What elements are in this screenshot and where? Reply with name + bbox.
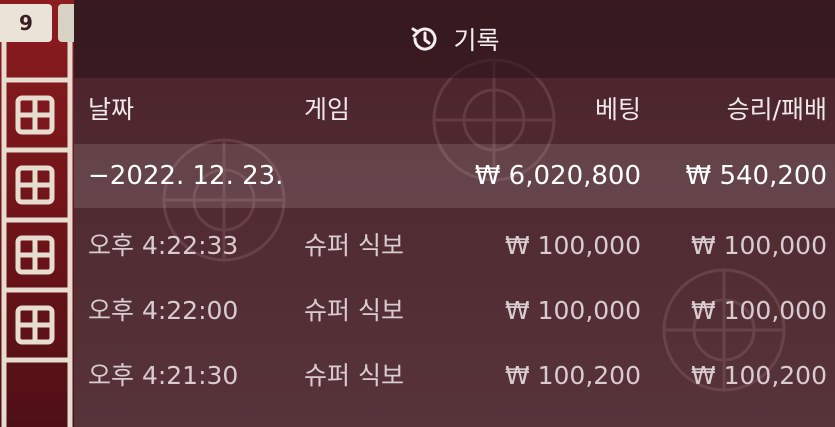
column-header-bet: 베팅 [594, 95, 641, 124]
history-row[interactable]: 오후 4:22:00 슈퍼 식보 ₩ 100,000 ₩ 100,000 [74, 279, 835, 343]
day-group-total-result: ₩ 540,200 [685, 161, 828, 191]
history-row-game: 슈퍼 식보 [304, 296, 404, 325]
history-clock-icon [409, 23, 441, 55]
history-row-time: 오후 4:22:33 [88, 231, 239, 260]
history-row[interactable]: 오후 4:22:33 슈퍼 식보 ₩ 100,000 ₩ 100,000 [74, 214, 835, 278]
history-row-game: 슈퍼 식보 [304, 231, 404, 260]
history-row-game: 슈퍼 식보 [304, 361, 404, 390]
history-row-result: ₩ 100,200 [690, 361, 827, 390]
history-row-time: 오후 4:22:00 [88, 296, 239, 325]
history-row-result: ₩ 100,000 [690, 296, 827, 325]
history-panel: 기록 날짜 게임 베팅 승리/패배 −2022. 12. 23. ₩ 6,020… [74, 0, 835, 427]
board-lattice-decoration [1, 40, 73, 427]
history-row-bet: ₩ 100,000 [504, 296, 641, 325]
history-row-bet: ₩ 100,000 [504, 231, 641, 260]
screen: 9 기록 날짜 게임 베팅 승리/패배 −2022. 12. 23. ₩ 6,0… [0, 0, 835, 427]
column-header-game: 게임 [304, 95, 351, 124]
history-title-bar: 기록 [74, 0, 835, 78]
day-group-total-bet: ₩ 6,020,800 [474, 161, 641, 191]
game-board-edge: 9 [0, 0, 82, 427]
column-header-date: 날짜 [88, 95, 135, 124]
column-header-result: 승리/패배 [726, 95, 827, 124]
history-row[interactable]: 오후 4:21:30 슈퍼 식보 ₩ 100,200 ₩ 100,200 [74, 344, 835, 408]
history-title: 기록 [453, 26, 500, 55]
day-group-row[interactable]: −2022. 12. 23. ₩ 6,020,800 ₩ 540,200 [74, 144, 835, 208]
history-row-result: ₩ 100,000 [690, 231, 827, 260]
board-number-badge: 9 [0, 4, 52, 42]
history-row-bet: ₩ 100,200 [504, 361, 641, 390]
history-header-row: 날짜 게임 베팅 승리/패배 [74, 78, 835, 142]
history-row-time: 오후 4:21:30 [88, 361, 239, 390]
day-group-date: −2022. 12. 23. [88, 161, 284, 191]
